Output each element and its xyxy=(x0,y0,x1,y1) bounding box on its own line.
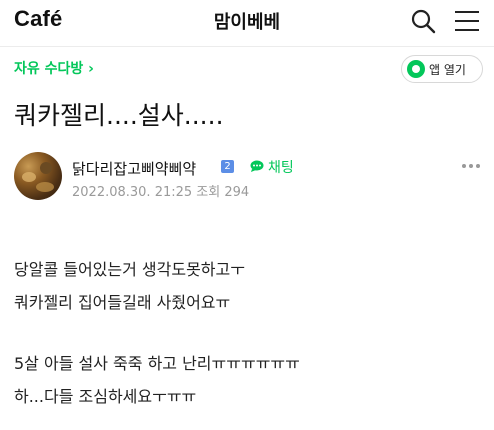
top-bar: Café 맘이베베 xyxy=(0,0,494,46)
post-meta: 2022.08.30. 21:25 조회 294 xyxy=(72,185,250,200)
app-open-label: 앱 열기 xyxy=(429,63,466,77)
post-body-line: 쿼카젤리 집어들길래 사줬어요ㅠ xyxy=(14,293,231,312)
post-title: 쿼카젤리....설사..... xyxy=(14,101,224,130)
naver-app-icon xyxy=(407,60,425,78)
app-open-button[interactable]: 앱 열기 xyxy=(401,55,483,83)
more-options-icon[interactable] xyxy=(461,163,481,169)
post-body-line: 당알콜 들어있는거 생각도못하고ㅜ xyxy=(14,260,245,279)
post-body-line: 하...다들 조심하세요ㅜㅠㅠ xyxy=(14,387,197,406)
avatar[interactable] xyxy=(14,152,62,200)
member-grade-badge: 2 xyxy=(221,160,234,173)
search-icon[interactable] xyxy=(410,8,436,34)
board-link[interactable]: 자유 수다방 › xyxy=(14,58,94,78)
post-body-line: 5살 아들 설사 죽죽 하고 난리ㅠㅠㅠㅠㅠㅠ xyxy=(14,354,300,373)
hamburger-menu-icon[interactable] xyxy=(454,9,480,33)
author-name[interactable]: 닭다리잡고삐약삐약 xyxy=(72,158,196,179)
chat-button[interactable]: 채팅 xyxy=(268,157,294,177)
chat-icon[interactable] xyxy=(250,160,266,172)
header-divider xyxy=(0,46,494,47)
